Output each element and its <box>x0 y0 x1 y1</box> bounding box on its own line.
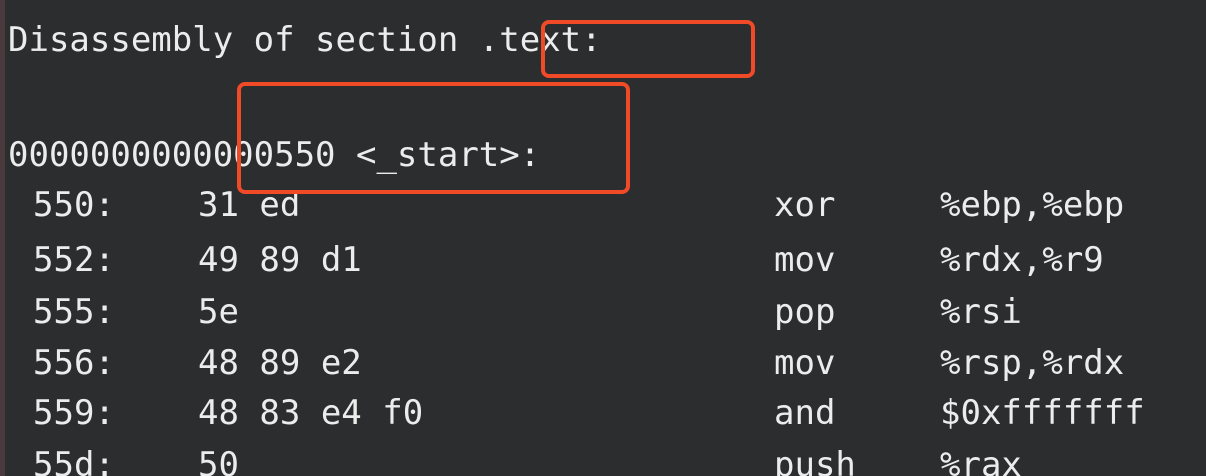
instruction-operands: %rsp,%rdx <box>940 343 1125 383</box>
instruction-mnemonic: pop <box>774 292 836 332</box>
disasm-row: 55d: 50 push %rax <box>0 445 1022 476</box>
instruction-address: 556: <box>33 343 115 383</box>
instruction-bytes: 5e <box>198 292 239 332</box>
disasm-row: 550: 31 ed xor %ebp,%ebp <box>0 185 1124 225</box>
instruction-address: 555: <box>33 292 115 332</box>
instruction-mnemonic: push <box>774 445 856 476</box>
instruction-address: 559: <box>33 393 115 433</box>
instruction-bytes: 48 89 e2 <box>198 343 362 383</box>
section-header: Disassembly of section .text: <box>8 20 602 60</box>
instruction-mnemonic: and <box>774 393 836 433</box>
instruction-operands: %rax <box>940 445 1022 476</box>
instruction-bytes: 49 89 d1 <box>198 240 362 280</box>
instruction-operands: %rsi <box>940 292 1022 332</box>
instruction-address: 55d: <box>33 445 115 476</box>
instruction-bytes: 48 83 e4 f0 <box>198 393 424 433</box>
disasm-row: 559: 48 83 e4 f0 and $0xfffffff <box>0 393 1145 433</box>
disasm-row: 552: 49 89 d1 mov %rdx,%r9 <box>0 240 1104 280</box>
disasm-row: 555: 5e pop %rsi <box>0 292 1022 332</box>
instruction-mnemonic: xor <box>774 185 836 225</box>
instruction-operands: $0xfffffff <box>940 393 1145 433</box>
instruction-operands: %rdx,%r9 <box>940 240 1104 280</box>
terminal-window: Disassembly of section .text: 0000000000… <box>0 0 1206 476</box>
instruction-mnemonic: mov <box>774 240 836 280</box>
instruction-bytes: 31 ed <box>198 185 301 225</box>
instruction-address: 550: <box>33 185 115 225</box>
instruction-mnemonic: mov <box>774 343 836 383</box>
instruction-operands: %ebp,%ebp <box>940 185 1125 225</box>
symbol-label: 0000000000000550 <_start>: <box>8 135 541 175</box>
instruction-bytes: 50 <box>198 445 239 476</box>
instruction-address: 552: <box>33 240 115 280</box>
disasm-row: 556: 48 89 e2 mov %rsp,%rdx <box>0 343 1124 383</box>
